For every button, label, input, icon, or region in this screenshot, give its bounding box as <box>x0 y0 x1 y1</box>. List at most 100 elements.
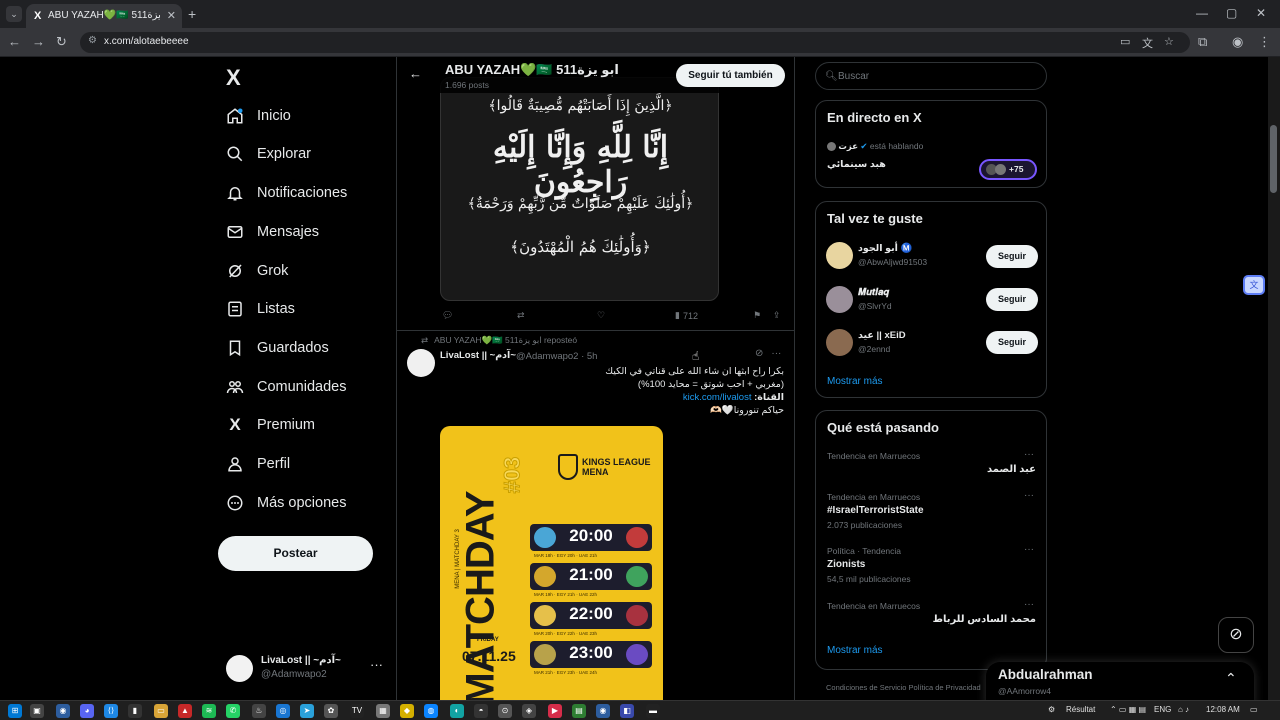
reload-icon[interactable]: ↻ <box>56 34 67 50</box>
space-title[interactable]: هبد سينمائي <box>827 159 886 170</box>
language-indicator[interactable]: ENG <box>1154 705 1171 714</box>
telegram-icon[interactable]: ➤ <box>300 704 314 718</box>
maximize-window-icon[interactable]: ▢ <box>1226 5 1237 21</box>
app-icon[interactable]: ◐ <box>450 704 464 718</box>
app-icon[interactable]: ◆ <box>400 704 414 718</box>
browser-tab[interactable]: X ABU YAZAH💚🇸🇦 ابو يزة511 (@a ✕ <box>26 4 182 28</box>
nav-item-messages[interactable]: Mensajes <box>226 217 319 247</box>
follow-back-button[interactable]: Seguir tú también <box>676 64 785 87</box>
footer-links[interactable]: Condiciones de Servicio Política de Priv… <box>826 683 981 692</box>
nav-item-grok[interactable]: Grok <box>226 256 288 286</box>
app-icon[interactable]: ✿ <box>324 704 338 718</box>
site-info-icon[interactable]: ⚙ <box>88 35 97 46</box>
post-button[interactable]: Postear <box>218 536 373 571</box>
account-icon[interactable]: ◉ <box>1232 34 1243 50</box>
grok-icon[interactable]: ⊘ <box>1218 617 1254 653</box>
github-icon[interactable]: ◓ <box>474 704 488 718</box>
star-icon[interactable]: ☆ <box>1164 35 1174 48</box>
nav-item-lists[interactable]: Listas <box>226 294 295 324</box>
steam-icon[interactable]: ♨ <box>252 704 266 718</box>
search-box[interactable]: 🔍︎ Buscar <box>815 62 1047 90</box>
suggest-name[interactable]: عيد || xEiD <box>858 330 906 341</box>
close-window-icon[interactable]: ✕ <box>1256 5 1266 21</box>
nav-item-more[interactable]: Más opciones <box>226 488 346 518</box>
messages-drawer[interactable]: Abdualrahman @AAmorrow4 ⌃ <box>986 662 1254 700</box>
terminal-icon[interactable]: ▬ <box>646 704 660 718</box>
app-icon[interactable]: ◧ <box>620 704 634 718</box>
folder-icon[interactable]: ▭ <box>154 704 168 718</box>
chrome-icon[interactable]: ◉ <box>596 704 610 718</box>
show-more-link[interactable]: Mostrar más <box>827 645 883 656</box>
tweet-author-handle[interactable]: @Adamwapo2 · 5h <box>516 351 597 362</box>
show-more-link[interactable]: Mostrar más <box>827 376 883 387</box>
app-icon[interactable]: ▦ <box>376 704 390 718</box>
chrome-icon[interactable]: ◉ <box>56 704 70 718</box>
tweet-link[interactable]: kick.com/livalost <box>683 392 752 403</box>
reply-icon[interactable]: 💬︎ <box>442 310 453 321</box>
more-icon[interactable]: ··· <box>1024 449 1034 460</box>
more-icon[interactable]: ··· <box>1024 599 1034 610</box>
clock[interactable]: 12:08 AM <box>1206 705 1240 714</box>
share-icon[interactable]: ⇪ <box>773 310 781 321</box>
minimize-window-icon[interactable]: — <box>1196 5 1208 21</box>
url-text[interactable]: x.com/alotaebeeee <box>104 36 189 47</box>
matchday-poster[interactable]: MENA | MATCHDAY 3 MATCHDAY #03 KINGS LEA… <box>440 426 663 700</box>
nav-item-notifications[interactable]: Notificaciones <box>226 178 347 208</box>
avatar[interactable] <box>826 242 853 269</box>
tab-search-icon[interactable]: ⌄ <box>6 6 22 22</box>
trend-name[interactable]: Zionists <box>827 559 865 570</box>
more-icon[interactable]: ··· <box>771 348 781 359</box>
avatar[interactable] <box>407 349 435 377</box>
network-volume-icons[interactable]: ⌂ ♪ <box>1178 705 1189 714</box>
more-icon[interactable]: ··· <box>370 657 383 672</box>
scroll-thumb[interactable] <box>1270 125 1277 193</box>
scrollbar[interactable] <box>1268 57 1280 700</box>
close-tab-icon[interactable]: ✕ <box>167 4 176 28</box>
live-host-line[interactable]: عزت ✔ está hablando <box>827 141 923 152</box>
browser-menu-icon[interactable]: ⋮ <box>1258 34 1271 50</box>
trend-name[interactable]: عبد الصمد <box>987 464 1036 475</box>
notification-icon[interactable]: ▭ <box>1250 705 1258 714</box>
nav-item-explore[interactable]: Explorar <box>226 139 311 169</box>
back-icon[interactable]: ← <box>8 34 21 50</box>
more-icon[interactable]: ··· <box>1024 544 1034 555</box>
app-icon[interactable]: ⊙ <box>498 704 512 718</box>
tradingview-icon[interactable]: TV <box>350 704 364 718</box>
trend-name[interactable]: #IsraelTerroristState <box>827 505 924 516</box>
tray-icons[interactable]: ⌃ ▭ ▦ ▤ <box>1110 705 1146 714</box>
translate-icon[interactable]: 文 <box>1142 35 1153 51</box>
follow-button[interactable]: Seguir <box>986 331 1038 354</box>
suggest-name[interactable]: أبو الجود Ⓜ️ <box>858 243 912 254</box>
expand-chevron-icon[interactable]: ⌃ <box>1225 670 1237 687</box>
address-bar[interactable]: ⚙ x.com/alotaebeeee ▭ 文 ☆ <box>80 32 1190 53</box>
extensions-icon[interactable]: ⧉ <box>1198 34 1207 50</box>
vscode-icon[interactable]: ⟨⟩ <box>104 704 118 718</box>
follow-button[interactable]: Seguir <box>986 245 1038 268</box>
nav-item-premium[interactable]: X Premium <box>226 410 315 440</box>
x-logo-icon[interactable]: X <box>226 65 241 91</box>
retweet-icon[interactable]: ⇄ <box>517 310 525 321</box>
discord-icon[interactable]: ◕ <box>80 704 94 718</box>
tweet-author-name[interactable]: LivaLost || ~آدم~ <box>440 350 516 361</box>
app-icon[interactable]: ◎ <box>276 704 290 718</box>
search-placeholder[interactable]: Buscar <box>838 71 869 82</box>
brave-icon[interactable]: ▲ <box>178 704 192 718</box>
back-arrow-icon[interactable]: ← <box>409 66 422 81</box>
nav-item-profile[interactable]: Perfil <box>226 449 290 479</box>
trend-name[interactable]: محمد السادس للرباط <box>933 614 1036 625</box>
bookmark-icon[interactable]: ⚑ <box>753 310 761 321</box>
app-icon[interactable]: ▮ <box>128 704 142 718</box>
forward-icon[interactable]: → <box>32 34 45 50</box>
tweet-image[interactable]: ﴿الَّذِينَ إِذَا أَصَابَتْهُم مُّصِيبَةٌ… <box>440 77 719 301</box>
spotify-icon[interactable]: ≋ <box>202 704 216 718</box>
whatsapp-icon[interactable]: ✆ <box>226 704 240 718</box>
tweet-options[interactable]: ⊘ ··· <box>755 348 781 359</box>
translate-icon[interactable]: 文 <box>1243 275 1265 295</box>
follow-button[interactable]: Seguir <box>986 288 1038 311</box>
grok-icon[interactable]: ⊘ <box>755 348 763 359</box>
nav-item-bookmarks[interactable]: Guardados <box>226 333 329 363</box>
tray-app-icon[interactable]: ⚙ <box>1048 705 1055 714</box>
like-icon[interactable]: ♡ <box>597 310 605 321</box>
task-view-icon[interactable]: ▣ <box>30 704 44 718</box>
cast-icon[interactable]: ▭ <box>1120 35 1130 48</box>
